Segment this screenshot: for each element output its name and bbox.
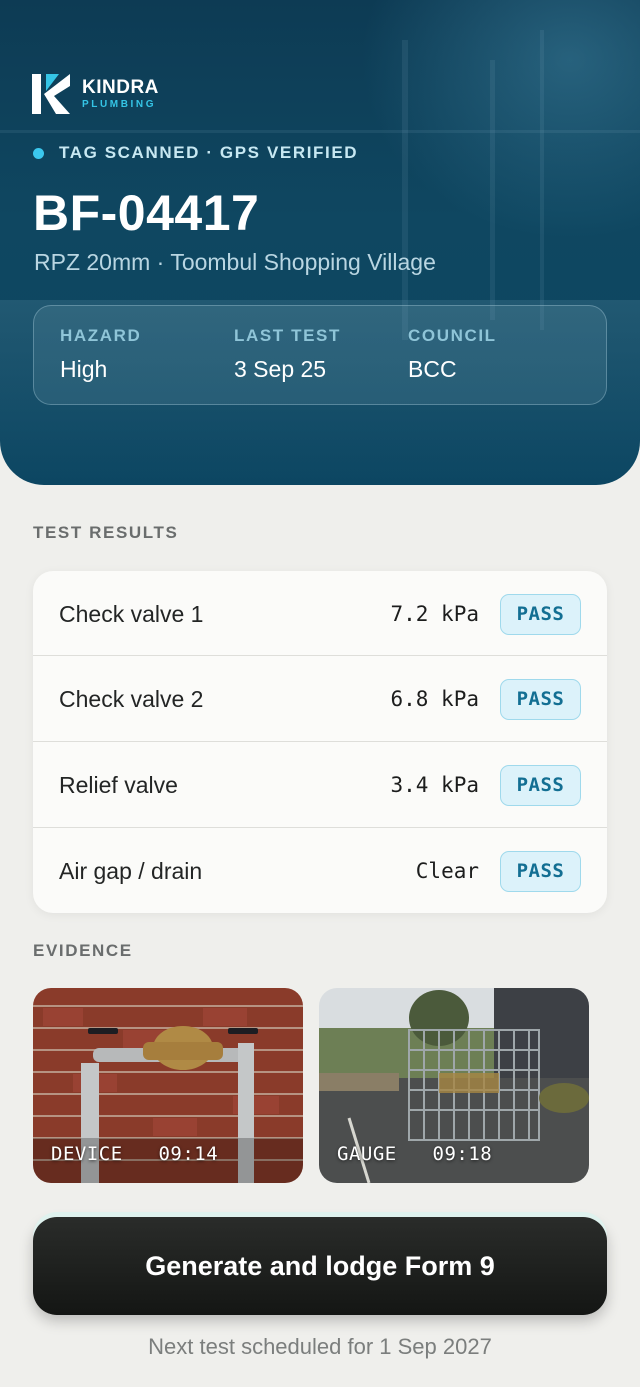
hero-header: KINDRA PLUMBING TAG SCANNED · GPS VERIFI… (0, 0, 640, 485)
result-row-check-valve-2[interactable]: Check valve 2 6.8 kPa PASS (33, 656, 607, 742)
hero-background-pipe (540, 30, 544, 330)
kindra-logo-icon (32, 74, 70, 114)
meta-value: High (60, 356, 108, 382)
meta-label: COUNCIL (408, 326, 497, 345)
hero-background-pipe (0, 130, 640, 133)
meta-council: COUNCIL BCC (408, 326, 497, 383)
pass-badge: PASS (500, 678, 581, 720)
test-results-heading: TEST RESULTS (33, 523, 179, 542)
photo-label: DEVICE (51, 1143, 123, 1165)
evidence-heading: EVIDENCE (33, 941, 133, 960)
device-id: BF-04417 (33, 185, 260, 241)
evidence-photo-device[interactable]: DEVICE 09:14 (33, 988, 303, 1183)
meta-value: BCC (408, 356, 457, 382)
photo-time: 09:18 (432, 1143, 493, 1165)
result-row-check-valve-1[interactable]: Check valve 1 7.2 kPa PASS (33, 571, 607, 657)
result-name: Air gap / drain (59, 857, 203, 884)
result-row-relief-valve[interactable]: Relief valve 3.4 kPa PASS (33, 742, 607, 828)
meta-hazard: HAZARD High (60, 326, 141, 383)
device-meta-card: HAZARD High LAST TEST 3 Sep 25 COUNCIL B… (33, 305, 607, 405)
result-name: Check valve 1 (59, 600, 204, 627)
meta-value: 3 Sep 25 (234, 356, 327, 382)
photo-label: GAUGE (337, 1143, 397, 1165)
evidence-photo-gauge[interactable]: GAUGE 09:18 (319, 988, 589, 1183)
result-row-air-gap[interactable]: Air gap / drain Clear PASS (33, 828, 607, 914)
brand: KINDRA PLUMBING (32, 74, 159, 114)
brand-name: KINDRA (82, 77, 159, 98)
photo-caption: DEVICE 09:14 (51, 1143, 218, 1165)
device-subtitle: RPZ 20mm · Toombul Shopping Village (34, 249, 436, 275)
meta-label: HAZARD (60, 326, 142, 345)
photo-caption: GAUGE 09:18 (337, 1143, 492, 1165)
brand-subtitle: PLUMBING (82, 99, 157, 110)
result-value: 6.8 kPa (390, 687, 479, 711)
scan-status: TAG SCANNED · GPS VERIFIED (33, 143, 358, 163)
pass-badge: PASS (500, 593, 581, 635)
generate-form-9-button[interactable]: Generate and lodge Form 9 (33, 1217, 607, 1315)
status-dot-icon (33, 147, 44, 159)
result-name: Relief valve (59, 771, 178, 798)
next-test-note: Next test scheduled for 1 Sep 2027 (148, 1334, 492, 1359)
photo-time: 09:14 (158, 1143, 219, 1165)
result-value: 7.2 kPa (390, 602, 479, 626)
meta-last-test: LAST TEST 3 Sep 25 (234, 326, 341, 383)
result-value: Clear (415, 859, 479, 883)
result-name: Check valve 2 (59, 685, 204, 712)
pass-badge: PASS (500, 764, 581, 806)
hero-background-pipe (402, 40, 408, 340)
meta-label: LAST TEST (234, 326, 341, 345)
test-results-card: Check valve 1 7.2 kPa PASS Check valve 2… (33, 571, 607, 913)
hero-background-pipe (490, 60, 495, 320)
pass-badge: PASS (500, 850, 581, 892)
result-value: 3.4 kPa (390, 773, 479, 797)
scan-status-text: TAG SCANNED · GPS VERIFIED (59, 143, 359, 162)
